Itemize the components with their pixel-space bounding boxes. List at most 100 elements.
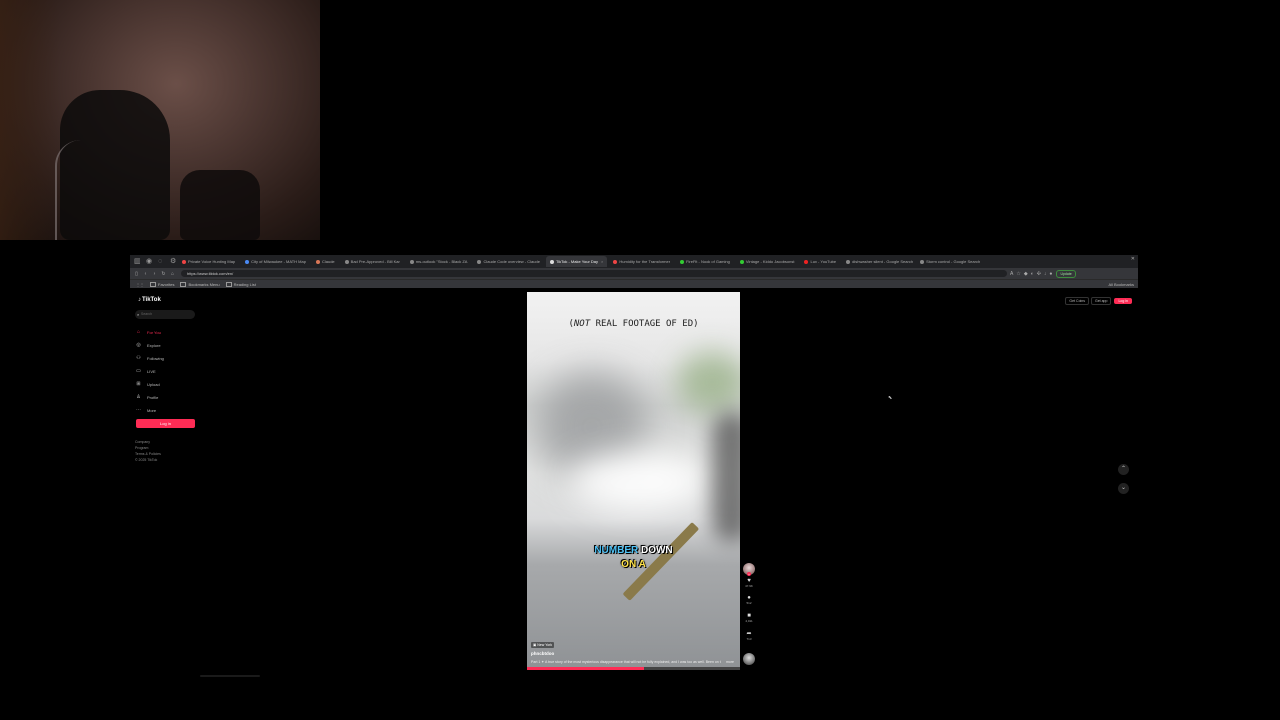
browser-tab[interactable]: City of Milwaukee - MATH Map — [241, 256, 310, 267]
search-input[interactable]: ⌕ Search — [135, 310, 195, 319]
browser-tab[interactable]: TikTok - Make Your Day × — [545, 256, 608, 267]
creator-avatar[interactable]: + — [743, 563, 755, 576]
sidebar-item-profile[interactable]: ♙ Profile — [136, 391, 164, 404]
nav-icon: ⌂ — [136, 329, 141, 335]
profile-icon[interactable]: ● — [1049, 271, 1052, 277]
browser-tab[interactable]: Claude Code overview - Claude — [473, 256, 543, 267]
bookmark-label: Reading List — [233, 282, 256, 287]
tab-favicon-icon — [739, 259, 744, 264]
video-progress-bar[interactable] — [527, 667, 740, 670]
browser-tab[interactable]: Humidity for the Transformer — [609, 256, 674, 267]
browser-tab[interactable]: Lux - YouTube — [800, 256, 840, 267]
sound-avatar[interactable] — [743, 653, 755, 665]
bookmark-reading-list[interactable]: Reading List — [225, 282, 256, 287]
tab-favicon-icon — [315, 259, 320, 264]
sidebar-item-upload[interactable]: ⊞ Upload — [136, 378, 164, 391]
description-more-link[interactable]: more — [726, 660, 734, 664]
tab-list: Private Voice Hunting Map City of Milwauk… — [178, 256, 986, 267]
sidebar-toggle-icon[interactable]: ▥ — [134, 258, 142, 266]
reload-icon[interactable]: ↻ — [161, 271, 166, 277]
logo-text: TikTok — [142, 297, 161, 303]
footer-links: Company Program Terms & Policies © 2025 … — [135, 439, 161, 463]
tab-close-icon[interactable]: × — [601, 259, 603, 264]
back-icon[interactable]: ‹ — [143, 271, 148, 277]
subtitle-word: A — [636, 559, 646, 570]
address-bar[interactable]: https://www.tiktok.com/en/ — [181, 270, 1007, 277]
extension-icon[interactable]: ◐ — [1031, 271, 1034, 277]
sidebar-item-following[interactable]: ⚇ Following — [136, 352, 164, 365]
location-tag[interactable]: ▣ New York — [531, 642, 555, 648]
video-player[interactable]: (NOT REAL FOOTAGE OF ED) NUMBER DOWN ON … — [527, 292, 740, 670]
tab-favicon-icon — [245, 259, 250, 264]
nav-icon: ⊞ — [136, 381, 141, 387]
get-app-button[interactable]: Get app — [1090, 297, 1112, 305]
get-coins-button[interactable]: Get Coins — [1065, 297, 1089, 305]
tab-group-icon[interactable]: ◉ — [146, 258, 154, 266]
download-icon[interactable]: ↓ — [1044, 271, 1047, 277]
home-icon[interactable]: ⌂ — [170, 271, 175, 277]
sidebar-item-for-you[interactable]: ⌂ For You — [136, 326, 164, 339]
all-bookmarks[interactable]: All Bookmarks — [1108, 282, 1134, 287]
next-video-button[interactable]: ⌄ — [1118, 483, 1129, 494]
shield-icon[interactable]: ◆ — [1024, 271, 1028, 277]
nav-label: More — [147, 408, 157, 413]
puzzle-icon[interactable]: ✣ — [1037, 271, 1041, 277]
translate-icon[interactable]: A — [1010, 271, 1013, 277]
nav-label: Following — [147, 356, 164, 361]
top-login-button[interactable]: Log in — [1114, 298, 1132, 304]
nav-label: Profile — [147, 395, 159, 400]
nav-label: Upload — [147, 382, 160, 387]
browser-tab[interactable]: FireFit - Nook of Gaming — [676, 256, 734, 267]
sidebar-login-button[interactable]: Log in — [136, 419, 195, 428]
comment-button[interactable]: ● 512 — [742, 595, 756, 605]
browser-tab[interactable]: Vintage - Kiddo Jacobsonst — [736, 256, 799, 267]
follow-plus-icon[interactable]: + — [747, 572, 751, 576]
subtitle-word: NUMBER — [594, 545, 639, 556]
tab-favicon-icon — [920, 259, 925, 264]
sidebar-item-more[interactable]: ⋯ More — [136, 404, 164, 417]
video-blur-shape — [712, 412, 740, 542]
share-button[interactable]: ➦ 713 — [742, 631, 756, 641]
bookmark-favorites[interactable]: Favorites — [150, 282, 174, 287]
previous-video-button[interactable]: ⌃ — [1118, 464, 1129, 475]
nav-icon: ♙ — [136, 394, 141, 400]
tab-label: Bad Pre-Approved - Bill Kar — [350, 259, 400, 264]
folder-icon — [225, 282, 232, 287]
save-button[interactable]: ■ 4,011 — [742, 613, 756, 623]
chair-arm — [180, 170, 260, 240]
chevron-down-icon: ⌄ — [1120, 485, 1127, 491]
browser-tab[interactable]: ms-outlook "Stock - Black ZA — [406, 256, 472, 267]
video-progress-fill — [527, 667, 645, 670]
sidebar-icon[interactable]: ▯ — [134, 271, 139, 277]
browser-tab[interactable]: Private Voice Hunting Map — [178, 256, 239, 267]
browser-tab[interactable]: Bad Pre-Approved - Bill Kar — [341, 256, 404, 267]
extensions-icon[interactable]: ⚙ — [170, 258, 178, 266]
tab-favicon-icon — [804, 259, 809, 264]
forward-icon[interactable]: › — [152, 271, 157, 277]
video-author[interactable]: phncbtdoo — [531, 651, 554, 656]
sidebar-item-explore[interactable]: ◎ Explore — [136, 339, 164, 352]
sidebar-item-live[interactable]: ▭ LIVE — [136, 365, 164, 378]
browser-tab[interactable]: dishwasher silent - Google Search — [842, 256, 914, 267]
history-icon[interactable]: ◌ — [158, 258, 166, 266]
tiktok-logo[interactable]: ♪TikTok — [138, 297, 161, 303]
like-button[interactable]: ♥ 47.9K — [742, 578, 756, 588]
window-close-icon[interactable]: ✕ — [1131, 256, 1135, 262]
search-placeholder: Search — [141, 312, 153, 316]
nav-label: For You — [147, 330, 161, 335]
browser-tab[interactable]: Claude — [312, 256, 339, 267]
tab-label: dishwasher silent - Google Search — [852, 259, 914, 264]
webcam-overlay — [0, 0, 320, 240]
top-right-actions: Get Coins Get app Log in — [1063, 297, 1132, 305]
tab-favicon-icon — [680, 259, 685, 264]
star-icon[interactable]: ☆ — [1016, 271, 1020, 277]
subtitle-word: DOWN — [638, 545, 673, 556]
tab-favicon-icon — [344, 259, 349, 264]
bookmark-bookmarks-menu[interactable]: Bookmarks Menu — [180, 282, 220, 287]
apps-icon[interactable]: ⋮⋮ — [136, 282, 144, 287]
mouse-cursor-icon: ⬉ — [888, 395, 893, 401]
bookmark-label: Bookmarks Menu — [188, 282, 220, 287]
caption-emphasis: NOT — [573, 319, 591, 329]
browser-tab[interactable]: Storm control - Google Search — [916, 256, 984, 267]
update-button[interactable]: Update — [1056, 269, 1076, 278]
